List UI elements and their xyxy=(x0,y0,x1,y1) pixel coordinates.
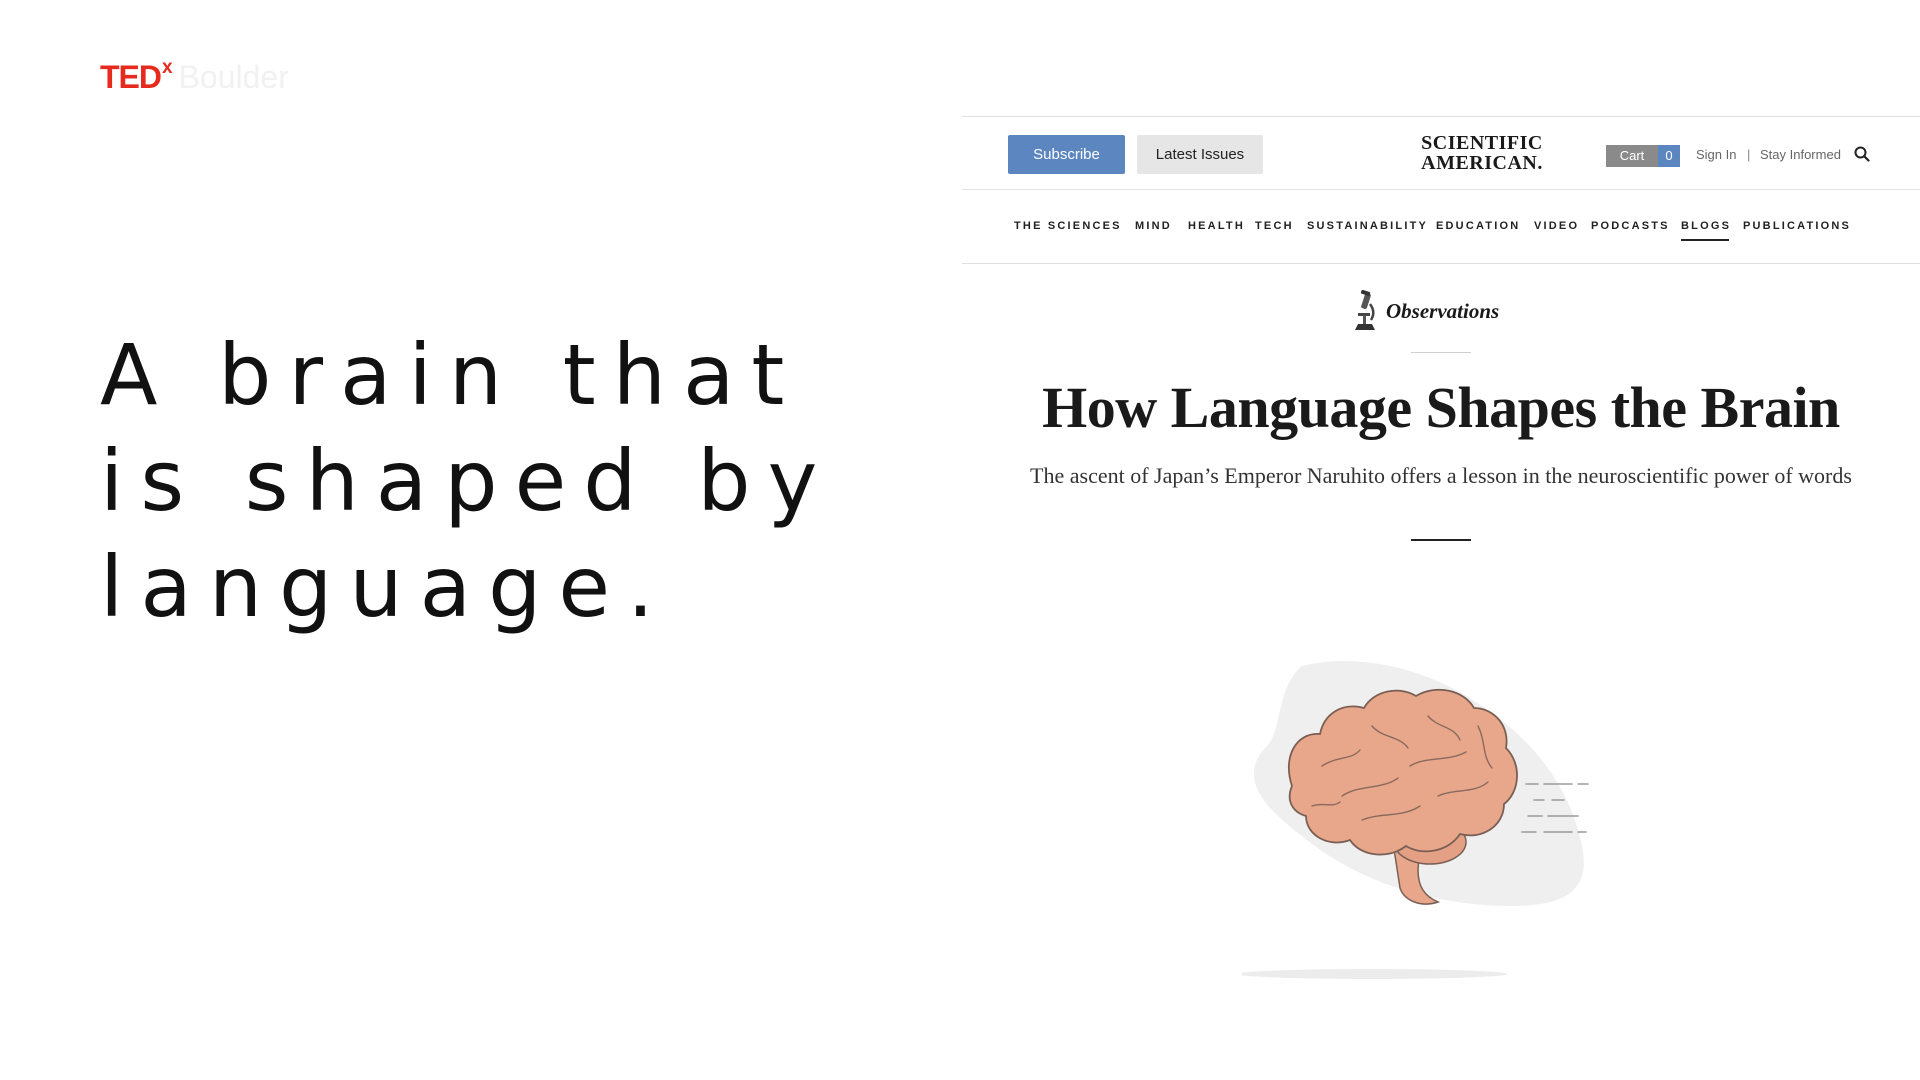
subtitle-rule xyxy=(1411,539,1471,541)
nav-divider xyxy=(962,263,1920,264)
nav-item-mind[interactable]: MIND xyxy=(1135,220,1172,232)
logo-line-1: SCIENTIFIC xyxy=(1421,132,1543,154)
tedx-logo: TED x Boulder xyxy=(100,58,289,96)
stay-informed-link[interactable]: Stay Informed xyxy=(1760,147,1841,162)
tedx-x: x xyxy=(162,57,173,78)
headline-line-2: is shaped by xyxy=(100,432,835,530)
headline-line-3: language. xyxy=(100,538,671,636)
nav-item-education[interactable]: EDUCATION xyxy=(1436,220,1520,232)
header-separator: | xyxy=(1747,147,1751,162)
cart-count-badge: 0 xyxy=(1658,145,1680,167)
search-icon[interactable] xyxy=(1854,146,1870,162)
nav-item-the-sciences[interactable]: THE SCIENCES xyxy=(1014,220,1122,232)
tedx-ted: TED xyxy=(100,59,162,95)
article-subtitle: The ascent of Japan’s Emperor Naruhito o… xyxy=(1030,463,1852,488)
section-header[interactable]: Observations xyxy=(1352,290,1499,332)
nav-item-blogs[interactable]: BLOGS xyxy=(1681,220,1731,241)
header-divider xyxy=(962,189,1920,190)
cart-label: Cart xyxy=(1606,145,1658,167)
nav-item-health[interactable]: HEALTH xyxy=(1188,220,1245,232)
section-rule xyxy=(1411,352,1471,353)
nav-item-publications[interactable]: PUBLICATIONS xyxy=(1743,220,1851,232)
top-divider xyxy=(962,116,1920,117)
headline-line-1: A brain that xyxy=(100,326,802,424)
floor-shadow xyxy=(1242,969,1507,979)
latest-issues-button[interactable]: Latest Issues xyxy=(1137,135,1263,174)
nav-item-video[interactable]: VIDEO xyxy=(1534,220,1579,232)
article-title: How Language Shapes the Brain xyxy=(1042,375,1840,440)
subscribe-button[interactable]: Subscribe xyxy=(1008,135,1125,174)
nav-item-sustainability[interactable]: SUSTAINABILITY xyxy=(1307,220,1428,232)
website-screenshot: Subscribe Latest Issues SCIENTIFIC AMERI… xyxy=(962,116,1920,1080)
cart-button[interactable]: Cart 0 xyxy=(1606,145,1680,167)
scientific-american-logo[interactable]: SCIENTIFIC AMERICAN. xyxy=(1362,133,1602,173)
tedx-city: Boulder xyxy=(178,59,289,95)
logo-line-2: AMERICAN. xyxy=(1421,152,1543,174)
sign-in-link[interactable]: Sign In xyxy=(1696,147,1736,162)
brain-illustration xyxy=(1242,660,1589,979)
nav-item-tech[interactable]: TECH xyxy=(1255,220,1294,232)
section-label: Observations xyxy=(1386,298,1500,323)
microscope-icon xyxy=(1355,290,1375,330)
slide-headline: A brain that is shaped by language. xyxy=(100,322,835,640)
nav-item-podcasts[interactable]: PODCASTS xyxy=(1591,220,1670,232)
